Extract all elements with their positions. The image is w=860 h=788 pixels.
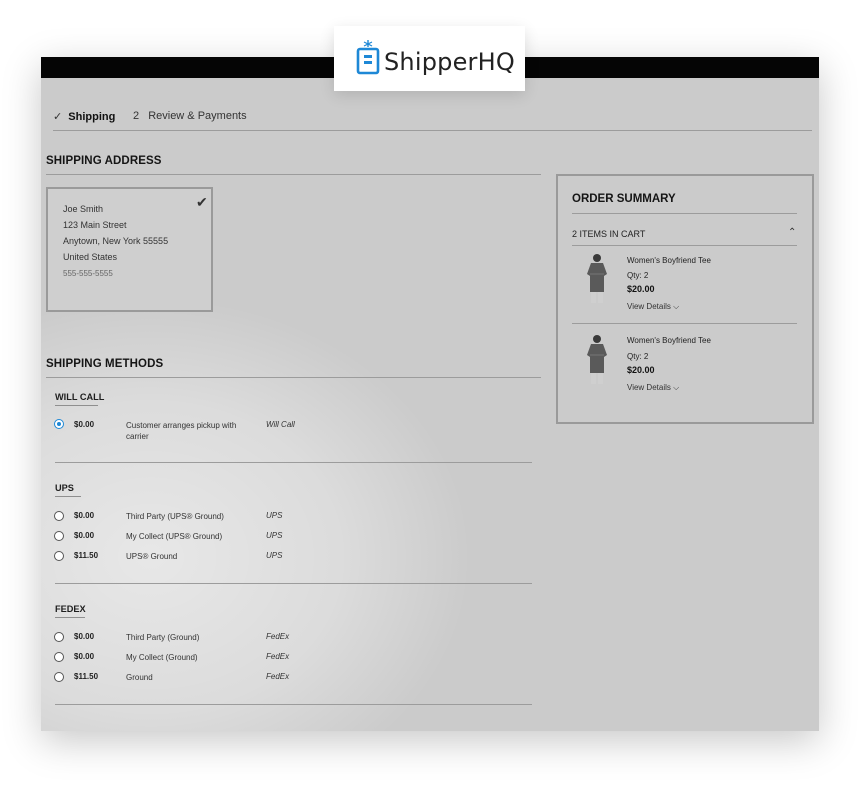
rate-radio-fedex-my-collect[interactable] [54,652,64,662]
rate-carrier: FedEx [266,652,290,661]
address-name: Joe Smith [63,204,104,214]
rate-price: $0.00 [74,652,95,661]
address-street: 123 Main Street [63,220,127,230]
product-price: $20.00 [627,284,655,294]
carrier-underline [55,617,85,618]
rate-radio-fedex-third-party[interactable] [54,632,64,642]
address-phone: 555-555-5555 [63,269,113,278]
rate-method: Third Party (UPS® Ground) [126,512,224,521]
carrier-will-call: WILL CALL [55,392,105,402]
steps-divider [53,130,812,131]
check-icon: ✓ [53,111,63,123]
rate-price: $11.50 [74,672,99,681]
address-divider [46,174,541,175]
chevron-up-icon[interactable]: ⌃ [788,227,796,238]
rate-radio-fedex-ground[interactable] [54,672,64,682]
shipping-methods-title: SHIPPING METHODS [46,358,164,370]
rate-radio-ups-third-party[interactable] [54,511,64,521]
address-card[interactable]: ✔ Joe Smith 123 Main Street Anytown, New… [46,187,213,312]
product-qty: Qty: 2 [627,271,649,280]
rate-radio-ups-my-collect[interactable] [54,531,64,541]
rate-method: My Collect (UPS® Ground) [126,532,223,541]
order-summary-title: ORDER SUMMARY [572,193,676,205]
step-number: 2 [133,110,140,122]
shipping-box-icon [356,40,380,75]
group-divider [55,462,532,463]
product-name: Women's Boyfriend Tee [627,336,711,345]
group-divider [55,704,532,705]
rate-carrier: UPS [266,551,283,560]
rate-method: Ground [126,673,153,682]
rate-method: UPS® Ground [126,552,178,561]
product-thumbnail [587,254,607,303]
brand-logo: ShipperHQ [334,26,525,91]
shipping-address-title: SHIPPING ADDRESS [46,155,162,167]
rate-method: Third Party (Ground) [126,633,200,642]
selected-check-icon: ✔ [196,194,208,210]
rate-method: Customer arranges pickup with carrier [126,421,237,441]
product-qty: Qty: 2 [627,352,649,361]
carrier-underline [55,405,98,406]
step-shipping[interactable]: ✓ Shipping [53,110,115,123]
step-label: Shipping [68,111,116,123]
items-in-cart-toggle[interactable]: 2 ITEMS IN CART [572,229,645,239]
rate-price: $0.00 [74,511,95,520]
rate-carrier: FedEx [266,672,290,681]
methods-divider [46,377,541,378]
address-country: United States [63,252,118,262]
address-city: Anytown, New York 55555 [63,236,169,246]
carrier-ups: UPS [55,483,74,493]
group-divider [55,583,532,584]
rate-price: $0.00 [74,531,95,540]
product-name: Women's Boyfriend Tee [627,256,711,265]
rate-price: $11.50 [74,551,99,560]
summary-divider [572,213,797,214]
carrier-fedex: FEDEX [55,604,86,614]
product-thumbnail [587,335,607,384]
view-details-link[interactable]: View Details ⌵ [627,383,679,393]
rate-price: $0.00 [74,632,95,641]
order-summary: ORDER SUMMARY 2 ITEMS IN CART ⌃ Women's … [556,174,814,424]
rate-method: My Collect (Ground) [126,653,198,662]
rate-price: $0.00 [74,420,95,429]
rate-carrier: FedEx [266,632,290,641]
view-details-link[interactable]: View Details ⌵ [627,302,679,312]
step-label: Review & Payments [148,110,247,122]
carrier-underline [55,496,81,497]
summary-divider [572,245,797,246]
rate-carrier: UPS [266,511,283,520]
step-review-payments[interactable]: 2 Review & Payments [133,110,247,122]
product-price: $20.00 [627,365,655,375]
rate-radio-ups-ground[interactable] [54,551,64,561]
checkout-screen: ✓ Shipping 2 Review & Payments SHIPPING … [41,57,819,731]
item-divider [572,323,797,324]
rate-carrier: UPS [266,531,283,540]
brand-name: ShipperHQ [384,48,515,76]
rate-carrier: Will Call [266,420,295,429]
rate-radio-will-call[interactable] [54,419,64,429]
